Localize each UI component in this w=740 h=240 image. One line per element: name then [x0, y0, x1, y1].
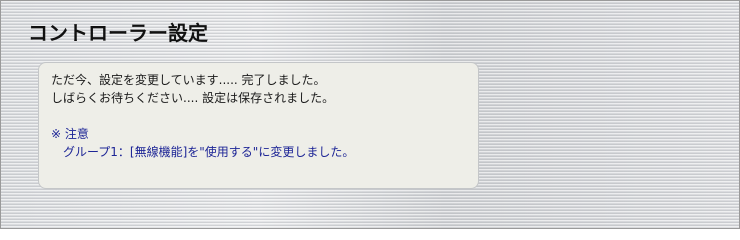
note-text: グループ1：[無線機能]を"使用する"に変更しました。: [63, 145, 355, 159]
status-message-panel: ただ今、設定を変更しています..... 完了しました。 しばらくお待ちください.…: [38, 62, 479, 189]
page-title: コントローラー設定: [28, 21, 208, 45]
status-message-line-1: ただ今、設定を変更しています..... 完了しました。: [51, 73, 326, 87]
settings-window: コントローラー設定 ただ今、設定を変更しています..... 完了しました。 しば…: [0, 0, 740, 229]
status-message-line-2: しばらくお待ちください.... 設定は保存されました。: [51, 91, 335, 105]
note-heading: ※ 注意: [51, 127, 89, 141]
